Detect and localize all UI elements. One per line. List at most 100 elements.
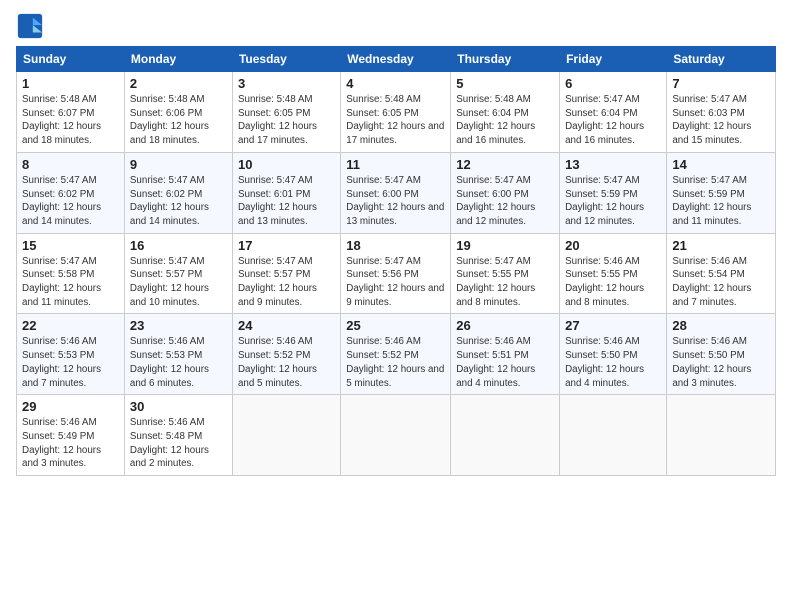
day-info: Sunrise: 5:46 AM Sunset: 5:50 PM Dayligh… (565, 335, 661, 390)
calendar-cell: 1 Sunrise: 5:48 AM Sunset: 6:07 PM Daylig… (17, 72, 125, 153)
day-info: Sunrise: 5:46 AM Sunset: 5:50 PM Dayligh… (672, 335, 770, 390)
calendar-cell (232, 395, 340, 476)
calendar-cell: 8Sunrise: 5:47 AM Sunset: 6:02 PM Daylig… (17, 152, 125, 233)
calendar-header-row: SundayMondayTuesdayWednesdayThursdayFrid… (17, 47, 776, 72)
day-number: 9 (130, 157, 227, 172)
day-number: 10 (238, 157, 335, 172)
day-number: 13 (565, 157, 661, 172)
logo-icon (16, 12, 44, 40)
day-number: 5 (456, 76, 554, 91)
day-header-saturday: Saturday (667, 47, 776, 72)
calendar-cell: 26 Sunrise: 5:46 AM Sunset: 5:51 PM Dayli… (451, 314, 560, 395)
calendar-cell: 10 Sunrise: 5:47 AM Sunset: 6:01 PM Dayli… (232, 152, 340, 233)
day-info: Sunrise: 5:47 AM Sunset: 5:59 PM Dayligh… (565, 174, 661, 229)
calendar-cell: 3 Sunrise: 5:48 AM Sunset: 6:05 PM Daylig… (232, 72, 340, 153)
day-info: Sunrise: 5:47 AM Sunset: 6:02 PM Dayligh… (130, 174, 227, 229)
calendar-cell: 14 Sunrise: 5:47 AM Sunset: 5:59 PM Dayli… (667, 152, 776, 233)
calendar-cell: 5 Sunrise: 5:48 AM Sunset: 6:04 PM Daylig… (451, 72, 560, 153)
day-number: 3 (238, 76, 335, 91)
day-info: Sunrise: 5:46 AM Sunset: 5:53 PM Dayligh… (22, 335, 119, 390)
day-number: 11 (346, 157, 445, 172)
day-header-wednesday: Wednesday (341, 47, 451, 72)
calendar-cell: 2 Sunrise: 5:48 AM Sunset: 6:06 PM Daylig… (124, 72, 232, 153)
calendar-cell (667, 395, 776, 476)
day-number: 29 (22, 399, 119, 414)
calendar-cell: 12 Sunrise: 5:47 AM Sunset: 6:00 PM Dayli… (451, 152, 560, 233)
calendar-week-row: 29 Sunrise: 5:46 AM Sunset: 5:49 PM Dayli… (17, 395, 776, 476)
day-number: 15 (22, 238, 119, 253)
day-number: 17 (238, 238, 335, 253)
calendar-cell: 25 Sunrise: 5:46 AM Sunset: 5:52 PM Dayli… (341, 314, 451, 395)
calendar-cell: 24Sunrise: 5:46 AM Sunset: 5:52 PM Dayli… (232, 314, 340, 395)
calendar-cell: 4Sunrise: 5:48 AM Sunset: 6:05 PM Daylig… (341, 72, 451, 153)
calendar-week-row: 15 Sunrise: 5:47 AM Sunset: 5:58 PM Dayli… (17, 233, 776, 314)
day-info: Sunrise: 5:46 AM Sunset: 5:51 PM Dayligh… (456, 335, 554, 390)
day-info: Sunrise: 5:48 AM Sunset: 6:05 PM Dayligh… (238, 93, 335, 148)
day-number: 28 (672, 318, 770, 333)
calendar-cell: 11 Sunrise: 5:47 AM Sunset: 6:00 PM Dayli… (341, 152, 451, 233)
day-number: 8 (22, 157, 119, 172)
calendar-cell: 23 Sunrise: 5:46 AM Sunset: 5:53 PM Dayli… (124, 314, 232, 395)
day-info: Sunrise: 5:47 AM Sunset: 5:57 PM Dayligh… (130, 255, 227, 310)
calendar-cell: 13 Sunrise: 5:47 AM Sunset: 5:59 PM Dayli… (560, 152, 667, 233)
day-number: 6 (565, 76, 661, 91)
day-info: Sunrise: 5:46 AM Sunset: 5:53 PM Dayligh… (130, 335, 227, 390)
calendar-cell: 30 Sunrise: 5:46 AM Sunset: 5:48 PM Dayli… (124, 395, 232, 476)
calendar-cell: 27 Sunrise: 5:46 AM Sunset: 5:50 PM Dayli… (560, 314, 667, 395)
day-number: 30 (130, 399, 227, 414)
day-number: 14 (672, 157, 770, 172)
calendar-cell: 29 Sunrise: 5:46 AM Sunset: 5:49 PM Dayli… (17, 395, 125, 476)
calendar-cell: 17 Sunrise: 5:47 AM Sunset: 5:57 PM Dayli… (232, 233, 340, 314)
day-number: 21 (672, 238, 770, 253)
day-number: 19 (456, 238, 554, 253)
day-info: Sunrise: 5:46 AM Sunset: 5:49 PM Dayligh… (22, 416, 119, 471)
day-number: 2 (130, 76, 227, 91)
calendar-week-row: 1 Sunrise: 5:48 AM Sunset: 6:07 PM Daylig… (17, 72, 776, 153)
day-number: 18 (346, 238, 445, 253)
calendar-cell (451, 395, 560, 476)
day-number: 20 (565, 238, 661, 253)
day-info: Sunrise: 5:46 AM Sunset: 5:48 PM Dayligh… (130, 416, 227, 471)
calendar-week-row: 22Sunrise: 5:46 AM Sunset: 5:53 PM Dayli… (17, 314, 776, 395)
calendar-cell: 15 Sunrise: 5:47 AM Sunset: 5:58 PM Dayli… (17, 233, 125, 314)
day-info: Sunrise: 5:47 AM Sunset: 5:57 PM Dayligh… (238, 255, 335, 310)
day-number: 12 (456, 157, 554, 172)
day-header-thursday: Thursday (451, 47, 560, 72)
calendar-cell: 9 Sunrise: 5:47 AM Sunset: 6:02 PM Daylig… (124, 152, 232, 233)
day-info: Sunrise: 5:47 AM Sunset: 5:58 PM Dayligh… (22, 255, 119, 310)
calendar-week-row: 8 Sunrise: 5:47 AM Sunset: 6:02 PM Daylig… (17, 152, 776, 233)
day-header-monday: Monday (124, 47, 232, 72)
day-number: 24 (238, 318, 335, 333)
day-number: 7 (672, 76, 770, 91)
calendar-cell (341, 395, 451, 476)
day-info: Sunrise: 5:47 AM Sunset: 6:04 PM Dayligh… (565, 93, 661, 148)
day-info: Sunrise: 5:48 AM Sunset: 6:07 PM Dayligh… (22, 93, 119, 148)
day-info: Sunrise: 5:47 AM Sunset: 6:03 PM Dayligh… (672, 93, 770, 148)
day-number: 16 (130, 238, 227, 253)
day-info: Sunrise: 5:48 AM Sunset: 6:04 PM Dayligh… (456, 93, 554, 148)
day-info: Sunrise: 5:48 AM Sunset: 6:06 PM Dayligh… (130, 93, 227, 148)
calendar-cell: 18 Sunrise: 5:47 AM Sunset: 5:56 PM Dayli… (341, 233, 451, 314)
day-info: Sunrise: 5:47 AM Sunset: 6:00 PM Dayligh… (456, 174, 554, 229)
calendar-cell: 16 Sunrise: 5:47 AM Sunset: 5:57 PM Dayli… (124, 233, 232, 314)
day-number: 25 (346, 318, 445, 333)
calendar-cell: 22Sunrise: 5:46 AM Sunset: 5:53 PM Dayli… (17, 314, 125, 395)
logo (16, 12, 48, 40)
day-info: Sunrise: 5:47 AM Sunset: 6:01 PM Dayligh… (238, 174, 335, 229)
calendar-cell: 7 Sunrise: 5:47 AM Sunset: 6:03 PM Daylig… (667, 72, 776, 153)
day-number: 26 (456, 318, 554, 333)
calendar-cell (560, 395, 667, 476)
day-header-sunday: Sunday (17, 47, 125, 72)
day-info: Sunrise: 5:47 AM Sunset: 6:00 PM Dayligh… (346, 174, 445, 229)
day-info: Sunrise: 5:46 AM Sunset: 5:54 PM Dayligh… (672, 255, 770, 310)
calendar-cell: 6 Sunrise: 5:47 AM Sunset: 6:04 PM Daylig… (560, 72, 667, 153)
day-number: 23 (130, 318, 227, 333)
day-number: 1 (22, 76, 119, 91)
day-info: Sunrise: 5:47 AM Sunset: 5:59 PM Dayligh… (672, 174, 770, 229)
day-info: Sunrise: 5:47 AM Sunset: 5:56 PM Dayligh… (346, 255, 445, 310)
calendar-table: SundayMondayTuesdayWednesdayThursdayFrid… (16, 46, 776, 476)
calendar-cell: 19Sunrise: 5:47 AM Sunset: 5:55 PM Dayli… (451, 233, 560, 314)
calendar-cell: 20Sunrise: 5:46 AM Sunset: 5:55 PM Dayli… (560, 233, 667, 314)
day-number: 27 (565, 318, 661, 333)
day-info: Sunrise: 5:46 AM Sunset: 5:52 PM Dayligh… (346, 335, 445, 390)
